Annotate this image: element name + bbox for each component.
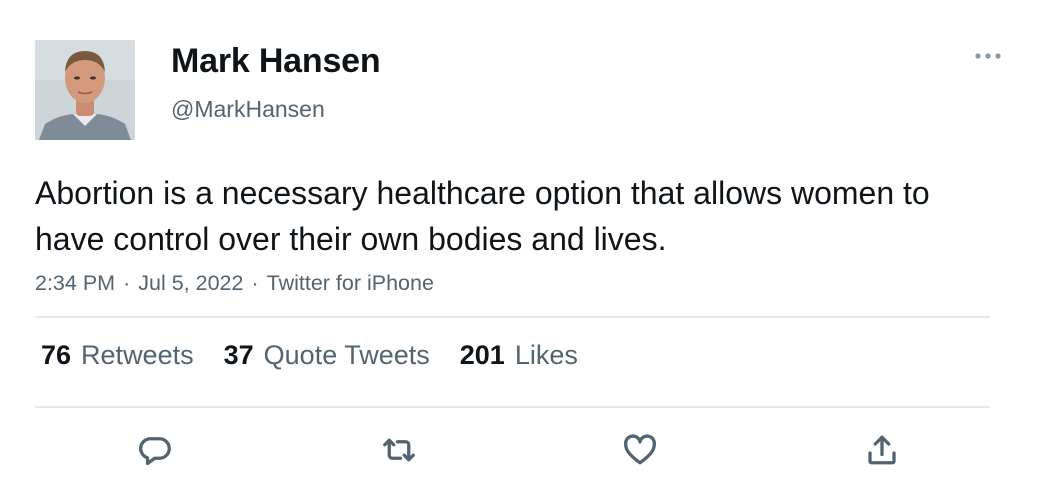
avatar-portrait — [35, 40, 135, 140]
more-horizontal-icon — [975, 53, 1001, 59]
tweet-time[interactable]: 2:34 PM — [35, 271, 115, 295]
likes-label: Likes — [514, 340, 578, 370]
tweet-date[interactable]: Jul 5, 2022 — [138, 271, 243, 295]
share-icon — [868, 435, 896, 465]
more-options-button[interactable] — [968, 40, 1008, 72]
avatar[interactable] — [35, 40, 135, 140]
divider — [35, 316, 990, 318]
like-button[interactable] — [618, 430, 662, 470]
retweets-label: Retweets — [81, 340, 194, 370]
share-button[interactable] — [860, 430, 904, 470]
engagement-stats: 76 Retweets 37 Quote Tweets 201 Likes — [41, 340, 578, 371]
quote-tweets-label: Quote Tweets — [263, 340, 430, 370]
retweets-stat[interactable]: 76 Retweets — [41, 340, 194, 371]
likes-stat[interactable]: 201 Likes — [460, 340, 578, 371]
author-name[interactable]: Mark Hansen — [171, 42, 381, 81]
retweet-button[interactable] — [377, 430, 421, 470]
reply-button[interactable] — [133, 430, 177, 470]
heart-icon — [623, 434, 657, 465]
quote-tweets-stat[interactable]: 37 Quote Tweets — [224, 340, 430, 371]
author-handle[interactable]: @MarkHansen — [171, 96, 325, 123]
tweet-text: Abortion is a necessary healthcare optio… — [35, 175, 930, 257]
divider — [35, 406, 990, 408]
retweets-count: 76 — [41, 340, 72, 370]
tweet-meta: 2:34 PM · Jul 5, 2022 · Twitter for iPhone — [35, 271, 434, 296]
likes-count: 201 — [459, 340, 505, 370]
meta-separator: · — [123, 271, 131, 295]
reply-icon — [139, 437, 171, 466]
quote-tweets-count: 37 — [223, 340, 254, 370]
retweet-icon — [383, 438, 415, 462]
meta-separator: · — [251, 271, 259, 295]
tweet-detail: Mark Hansen @MarkHansen Abortion is a ne… — [0, 0, 1050, 480]
tweet-source[interactable]: Twitter for iPhone — [267, 271, 434, 295]
